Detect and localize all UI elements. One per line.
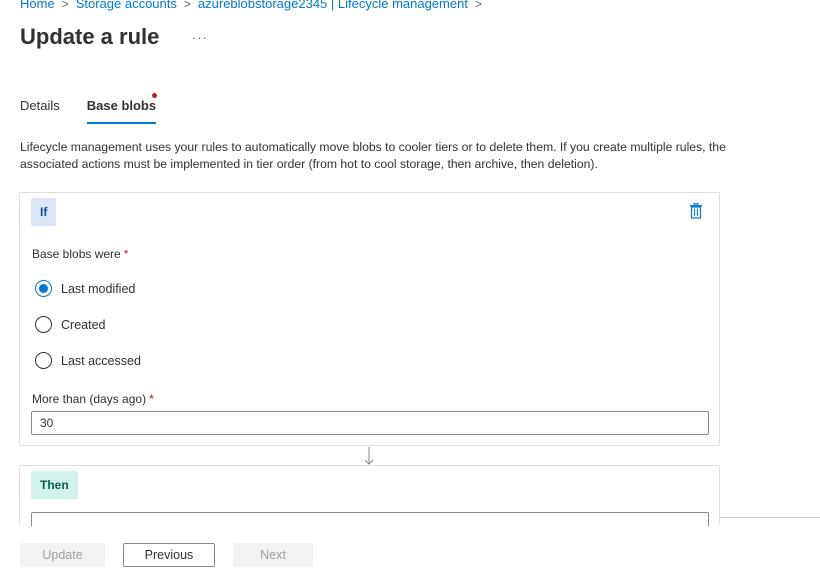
required-marker: *: [149, 392, 154, 406]
then-action-field[interactable]: [31, 512, 709, 526]
if-card: If Base blobs were * Last modified Create…: [19, 192, 720, 446]
delete-icon[interactable]: [689, 202, 703, 219]
page-title: Update a rule: [20, 24, 160, 49]
breadcrumb-storage-accounts[interactable]: Storage accounts: [76, 0, 177, 11]
more-icon[interactable]: ···: [192, 30, 208, 45]
then-card: Then: [19, 465, 720, 526]
radio-button[interactable]: [35, 352, 52, 369]
description-text: Lifecycle management uses your rules to …: [20, 140, 726, 171]
breadcrumb-lifecycle-management[interactable]: azureblobstorage2345 | Lifecycle managem…: [198, 0, 468, 11]
radio-button[interactable]: [35, 316, 52, 333]
previous-button[interactable]: Previous: [123, 543, 215, 567]
days-ago-input[interactable]: [31, 411, 709, 435]
update-button[interactable]: Update: [20, 543, 105, 567]
breadcrumb-home[interactable]: Home: [20, 0, 55, 11]
required-marker: *: [123, 247, 129, 261]
radio-last-accessed[interactable]: Last accessed: [35, 352, 141, 369]
then-badge: Then: [31, 471, 78, 499]
radio-button-checked[interactable]: [35, 280, 52, 297]
radio-last-modified-label: Last modified: [61, 281, 136, 296]
chevron-right-icon: >: [183, 0, 191, 11]
tab-base-blobs[interactable]: Base blobs: [86, 93, 158, 124]
tab-bar: Details Base blobs: [20, 93, 183, 124]
tab-base-blobs-label: Base blobs: [86, 98, 157, 113]
days-label: More than (days ago) *: [32, 392, 154, 406]
radio-created-label: Created: [61, 317, 106, 332]
chevron-right-icon: >: [474, 0, 482, 11]
chevron-right-icon: >: [61, 0, 69, 11]
error-dot-icon: [152, 93, 158, 98]
radio-created[interactable]: Created: [35, 316, 105, 333]
radio-last-accessed-label: Last accessed: [61, 353, 141, 368]
next-button[interactable]: Next: [233, 543, 313, 567]
tab-details-label: Details: [20, 98, 60, 113]
radio-last-modified[interactable]: Last modified: [35, 280, 135, 297]
base-blobs-label: Base blobs were *: [32, 247, 129, 261]
arrow-down-icon: [363, 446, 375, 466]
breadcrumb: Home > Storage accounts > azureblobstora…: [20, 0, 489, 11]
footer-divider: [720, 517, 820, 518]
tab-details[interactable]: Details: [20, 98, 60, 124]
if-badge: If: [31, 198, 57, 226]
